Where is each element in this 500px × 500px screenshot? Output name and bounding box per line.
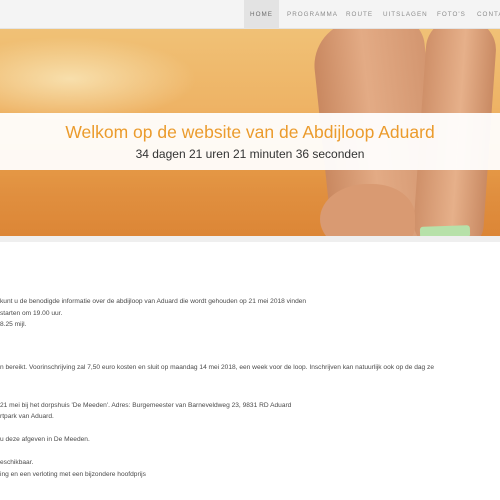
- countdown-timer: 34 dagen 21 uren 21 minuten 36 seconden: [135, 147, 365, 161]
- content-line: ing en een verloting met een bijzondere …: [0, 471, 146, 478]
- nav-item-uitslagen[interactable]: UITSLAGEN: [383, 0, 428, 28]
- nav-item-route[interactable]: ROUTE: [346, 0, 373, 28]
- content-line: 21 mei bij het dorpshuis 'De Meeden'. Ad…: [0, 402, 292, 409]
- nav-item-fotos[interactable]: FOTO'S: [437, 0, 466, 28]
- content-line: eschikbaar.: [0, 459, 34, 466]
- nav-item-contact[interactable]: CONTA: [477, 0, 500, 28]
- content-line: starten om 19.00 uur.: [0, 310, 63, 317]
- hero-photo-wristband: [419, 225, 471, 236]
- nav-item-home[interactable]: HOME: [244, 0, 279, 28]
- content-line: kunt u de benodigde informatie over de a…: [0, 298, 307, 305]
- hero-section: Welkom op de website van de Abdijloop Ad…: [0, 29, 500, 236]
- content-line: n bereikt. Voorinschrijving zal 7,50 eur…: [0, 364, 434, 371]
- top-navigation: HOME PROGRAMMA ROUTE UITSLAGEN FOTO'S CO…: [0, 0, 500, 29]
- nav-item-programma[interactable]: PROGRAMMA: [287, 0, 338, 28]
- hero-banner: Welkom op de website van de Abdijloop Ad…: [0, 113, 500, 170]
- content-line: u deze afgeven in De Meeden.: [0, 436, 90, 443]
- hero-title: Welkom op de website van de Abdijloop Ad…: [65, 122, 435, 142]
- hero-divider: [0, 236, 500, 242]
- content-line: rtpark van Aduard.: [0, 413, 54, 420]
- content-line: 8.25 mijl.: [0, 321, 27, 328]
